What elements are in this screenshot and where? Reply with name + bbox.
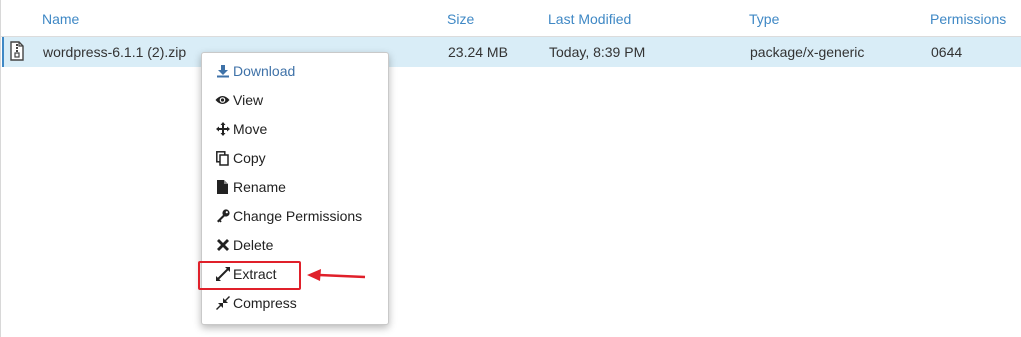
file-last-modified: Today, 8:39 PM: [549, 44, 646, 60]
column-header-permissions[interactable]: Permissions: [930, 11, 1006, 27]
annotation-highlight-box: [198, 261, 301, 290]
menu-item-rename[interactable]: Rename: [215, 176, 286, 198]
eye-icon: [215, 93, 230, 107]
menu-item-copy[interactable]: Copy: [215, 147, 266, 169]
move-icon: [215, 122, 230, 136]
menu-item-change-permissions[interactable]: Change Permissions: [215, 205, 362, 227]
annotation-arrow-icon: [307, 269, 366, 281]
menu-item-label: Copy: [233, 150, 266, 166]
menu-item-move[interactable]: Move: [215, 118, 267, 140]
menu-item-label: Delete: [233, 237, 274, 253]
close-icon: [215, 238, 230, 252]
menu-item-label: Download: [233, 63, 296, 79]
menu-item-compress[interactable]: Compress: [215, 292, 297, 314]
column-header-last-modified[interactable]: Last Modified: [548, 11, 631, 27]
column-header-type[interactable]: Type: [749, 11, 779, 27]
menu-item-label: Change Permissions: [233, 208, 363, 224]
file-manager: Name Size Last Modified Type Permissions…: [0, 0, 1021, 337]
copy-icon: [215, 150, 230, 166]
table-header: Name Size Last Modified Type Permissions: [1, 0, 1021, 37]
compress-icon: [215, 296, 230, 310]
column-header-size[interactable]: Size: [447, 11, 474, 27]
file-permissions: 0644: [931, 44, 963, 60]
column-header-name[interactable]: Name: [42, 11, 79, 27]
menu-item-view[interactable]: View: [215, 89, 263, 111]
menu-item-label: View: [233, 92, 264, 108]
file-size: 23.24 MB: [448, 44, 508, 60]
menu-item-delete[interactable]: Delete: [215, 234, 273, 256]
menu-item-label: Rename: [233, 179, 286, 195]
menu-item-label: Compress: [233, 295, 297, 311]
key-icon: [215, 209, 230, 223]
file-type: package/x-generic: [750, 44, 865, 60]
menu-item-download[interactable]: Download: [215, 60, 295, 82]
menu-item-label: Move: [233, 121, 268, 137]
file-icon: [215, 180, 230, 194]
table-row[interactable]: wordpress-6.1.1 (2).zip 23.24 MB Today, …: [2, 37, 1021, 67]
file-name[interactable]: wordpress-6.1.1 (2).zip: [43, 44, 186, 60]
download-icon: [215, 64, 230, 78]
zip-file-icon: [10, 41, 24, 61]
